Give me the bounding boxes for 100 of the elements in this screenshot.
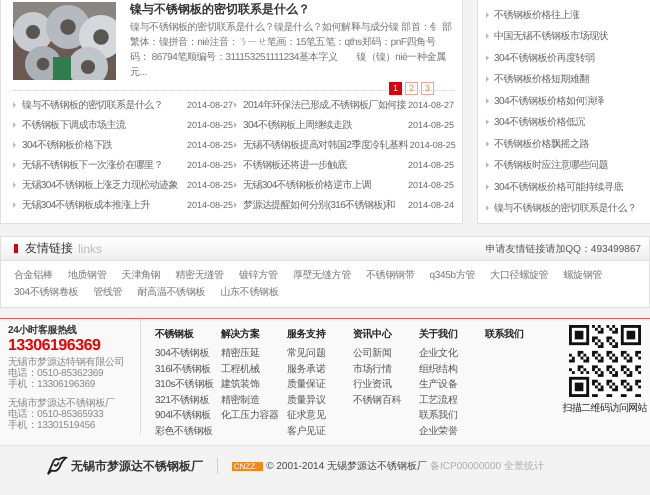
- news-link[interactable]: 无锡不锈钢板下一次涨价在哪里？: [22, 158, 185, 172]
- friend-link[interactable]: 合金铝棒: [14, 269, 53, 283]
- bullet-icon: [13, 122, 16, 128]
- news-link[interactable]: 无锡304不锈钢板上涨乏力现松动迹象: [22, 178, 185, 192]
- footer-link[interactable]: 321不锈钢板: [155, 392, 221, 408]
- footer-link[interactable]: 常见问题: [287, 346, 353, 362]
- footer-heading[interactable]: 不锈钢板: [155, 329, 221, 341]
- bullet-icon: [13, 142, 16, 148]
- sidebar-link[interactable]: 304不锈钢板价格如何演绎: [494, 94, 604, 108]
- bullet-icon: [13, 182, 16, 188]
- footer-link[interactable]: 化工压力容器: [221, 408, 287, 424]
- apply-note: 申请友情链接请加QQ：493499867: [485, 242, 641, 256]
- sidebar-link[interactable]: 不锈钢板价格飘摇之路: [494, 136, 589, 151]
- news-link[interactable]: 304不锈钢板价格下跌: [22, 138, 185, 152]
- friend-link[interactable]: 管线管: [93, 286, 122, 300]
- friend-link[interactable]: 耐高温不锈钢板: [137, 286, 206, 300]
- contact-line: 手机：13301519456: [8, 420, 96, 431]
- sidebar-link[interactable]: 304不锈钢板价再度转弱: [494, 50, 595, 65]
- news-date: 2014-08-25: [408, 160, 454, 170]
- hotline-label: 24小时客服热线: [8, 323, 78, 337]
- footer-link[interactable]: 征求意见: [287, 408, 353, 424]
- footer-link[interactable]: 企业荣誉: [419, 424, 485, 439]
- news-link[interactable]: 不锈钢板下调成市场主流: [22, 118, 185, 132]
- bullet-icon: [486, 54, 489, 61]
- footer-link[interactable]: 工程机械: [221, 362, 287, 377]
- footer-link[interactable]: 不锈钢百科: [353, 392, 419, 408]
- news-date: 2014-08-25: [186, 180, 233, 190]
- hotline-number: 13306196369: [8, 337, 102, 355]
- news-link[interactable]: 2014年环保法已形成,不锈钢板厂如何接: [243, 98, 406, 112]
- footer-link[interactable]: 生产设备: [419, 377, 485, 392]
- footer-link[interactable]: 彩色不锈钢板: [155, 424, 221, 439]
- friend-link[interactable]: q345b方管: [429, 269, 476, 283]
- contact-line: 手机：13306196369: [8, 379, 96, 390]
- news-link[interactable]: 梦源达提醒如何分别(316不锈钢板)和: [243, 198, 406, 212]
- footer-heading[interactable]: 服务支持: [287, 329, 353, 341]
- news-link[interactable]: 不锈钢板还将进一步触底: [243, 158, 406, 172]
- sidebar-link[interactable]: 不锈钢板时应注意哪些问题: [494, 158, 608, 172]
- friend-link[interactable]: 304不锈钢卷板: [14, 286, 78, 300]
- footer-link[interactable]: 客户见证: [287, 424, 353, 439]
- news-link[interactable]: 无锡304不锈钢板价格逆市上调: [243, 178, 406, 192]
- sidebar-link[interactable]: 中国无锡不锈钢板市场现状: [494, 29, 608, 44]
- footer-link[interactable]: 精密制造: [221, 392, 287, 408]
- friend-link[interactable]: 天津角钢: [122, 269, 160, 283]
- footer-link[interactable]: 联系我们: [419, 408, 485, 424]
- footer-link[interactable]: 企业文化: [419, 346, 485, 362]
- footer-link[interactable]: 行业资讯: [353, 377, 419, 392]
- footer-link[interactable]: 服务承诺: [287, 362, 353, 377]
- footer-link[interactable]: 质量异议: [287, 392, 353, 408]
- bullet-icon: [486, 162, 489, 168]
- bullet-icon: [486, 184, 489, 190]
- sidebar-link[interactable]: 304不锈钢板价格可能持续寻底: [494, 180, 624, 194]
- footer-link[interactable]: 质量保证: [287, 377, 353, 392]
- footer-heading[interactable]: 关于我们: [419, 329, 485, 341]
- footer-link[interactable]: 316l不锈钢板: [155, 362, 221, 377]
- friend-link[interactable]: 镀锌方管: [238, 269, 278, 283]
- friend-link[interactable]: 不锈钢钢带: [366, 269, 414, 283]
- bullet-icon: [13, 162, 16, 168]
- friend-link[interactable]: 大口径螺旋管: [490, 269, 548, 283]
- heading-marker: [14, 244, 18, 253]
- footer-link[interactable]: 904l不锈钢板: [155, 408, 221, 424]
- footer-heading[interactable]: 解决方案: [221, 329, 287, 341]
- footer-link[interactable]: 组织结构: [419, 362, 485, 377]
- news-link[interactable]: 镍与不锈钢板的密切联系是什么？: [22, 98, 185, 112]
- friend-link[interactable]: 精密无缝管: [175, 269, 224, 283]
- news-link[interactable]: 304不锈钢板上周继续走跌: [243, 118, 406, 132]
- logo-text: 无锡市梦源达不锈钢板厂: [70, 458, 203, 474]
- bullet-icon: [234, 162, 237, 168]
- news-date: 2014-08-24: [408, 200, 454, 210]
- footer-heading[interactable]: 资讯中心: [353, 329, 419, 341]
- page-button[interactable]: 1: [389, 82, 402, 95]
- sidebar-link[interactable]: 不锈钢板价格短期难翻: [494, 72, 589, 86]
- footer-link[interactable]: 310s不锈钢板: [155, 377, 221, 392]
- footer-link[interactable]: 市场行情: [353, 362, 419, 377]
- footer-link[interactable]: 精密压延: [221, 346, 287, 362]
- sidebar-link[interactable]: 不锈钢板价格往上涨: [494, 8, 580, 22]
- footer-link[interactable]: 公司新闻: [353, 346, 419, 362]
- footer-link[interactable]: 工艺流程: [419, 392, 485, 408]
- copyright-text: © 2001-2014 无锡梦源达不锈钢板厂: [266, 460, 427, 473]
- friend-link[interactable]: 地质钢管: [68, 269, 107, 283]
- news-date: 2014-08-27: [186, 100, 233, 110]
- footer-link[interactable]: 304不锈钢板: [155, 346, 221, 362]
- bullet-icon: [486, 33, 489, 40]
- footer-heading[interactable]: 联系我们: [485, 329, 551, 341]
- news-link[interactable]: 无锡304不锈钢板成本推涨上升: [22, 198, 185, 212]
- sidebar-link[interactable]: 镍与不锈钢板的密切联系是什么？: [494, 201, 636, 216]
- friend-link[interactable]: 螺旋钢管: [563, 269, 602, 283]
- news-date: 2014-08-25: [410, 140, 456, 150]
- friend-link[interactable]: 厚壁无缝方管: [292, 269, 351, 283]
- bullet-icon: [234, 102, 237, 108]
- contact-line: 电话：0510-85362369: [8, 368, 104, 379]
- footer-link[interactable]: 建筑装饰: [221, 377, 287, 392]
- news-link[interactable]: 无锡不锈钢板提高对韩国2季度冷轧基料: [243, 138, 408, 152]
- sidebar-link[interactable]: 304不锈钢板价格低沉: [494, 115, 586, 130]
- bullet-icon: [486, 205, 489, 212]
- section-subtitle: links: [78, 242, 102, 256]
- bullet-icon: [13, 102, 16, 108]
- friend-link[interactable]: 山东不锈钢板: [220, 286, 279, 300]
- news-date: 2014-08-25: [408, 120, 454, 130]
- logo-icon: [46, 456, 68, 476]
- article-title[interactable]: 镍与不锈钢板的密切联系是什么？: [130, 2, 454, 16]
